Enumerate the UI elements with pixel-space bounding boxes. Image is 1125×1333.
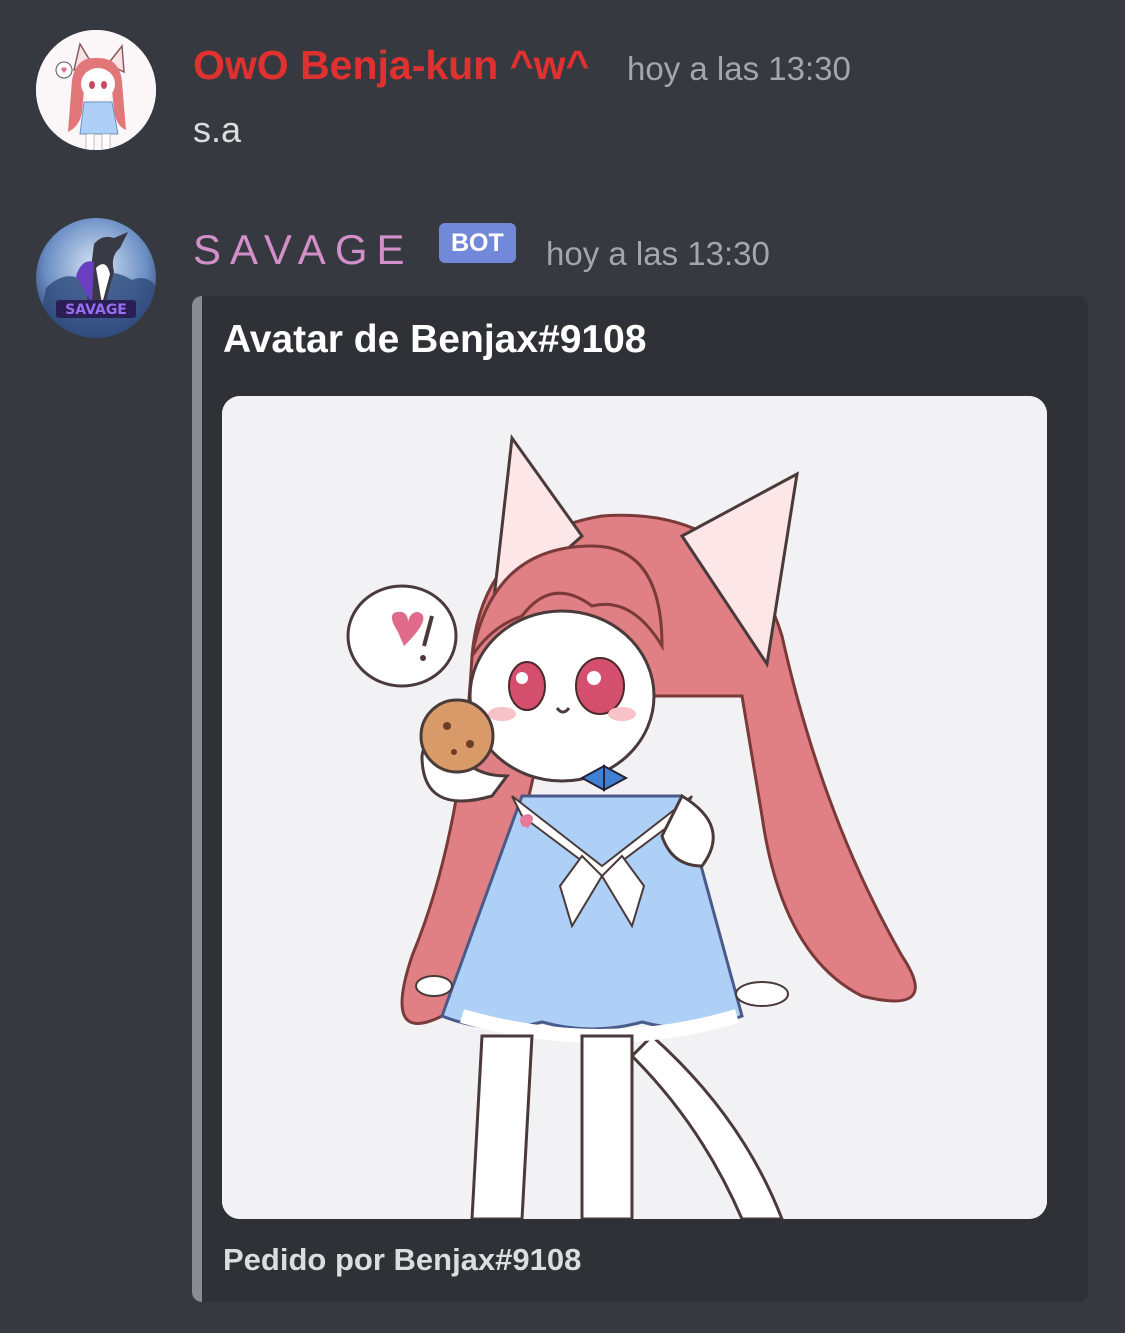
embed-accent-bar <box>192 296 202 1302</box>
bot-badge: BOT <box>439 223 516 263</box>
bot-avatar[interactable]: SAVAGE <box>36 218 156 338</box>
user-avatar[interactable] <box>36 30 156 150</box>
embed-title: Avatar de Benjax#9108 <box>223 318 647 361</box>
svg-text:SAVAGE: SAVAGE <box>65 302 127 318</box>
message-text: s.a <box>193 109 242 150</box>
username[interactable]: OwO Benja-kun ^w^ <box>193 42 589 89</box>
timestamp: hoy a las 13:30 <box>546 235 770 272</box>
catgirl-avatar-icon <box>36 30 156 150</box>
embed: Avatar de Benjax#9108 Pedido por Benjax#… <box>192 296 1088 1302</box>
bot-username[interactable]: SAVAGE <box>193 226 414 274</box>
wolf-logo-icon: SAVAGE <box>36 218 156 338</box>
catgirl-illustration-icon <box>222 396 1047 1219</box>
embed-footer: Pedido por Benjax#9108 <box>223 1242 582 1277</box>
embed-image[interactable] <box>222 396 1047 1219</box>
timestamp: hoy a las 13:30 <box>627 50 851 87</box>
